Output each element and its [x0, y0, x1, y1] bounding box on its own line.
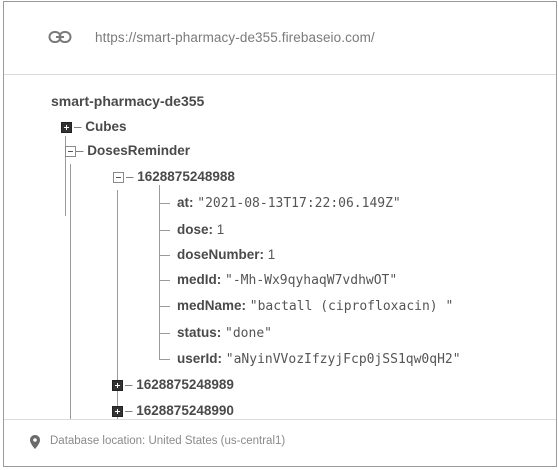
tree-branch [159, 333, 170, 334]
node-label: 1628875248989 [136, 377, 234, 392]
expand-icon[interactable] [112, 406, 123, 417]
collapse-icon[interactable] [65, 146, 76, 157]
node-label: 1628875248990 [136, 403, 234, 418]
field-status[interactable]: status: "done" [177, 322, 272, 344]
node-label: Cubes [85, 119, 127, 134]
database-viewer-panel: https://smart-pharmacy-de355.firebaseio.… [3, 1, 557, 467]
expand-icon[interactable] [112, 380, 123, 391]
tree-connector [70, 164, 71, 420]
node-label: DosesReminder [87, 143, 191, 158]
node-label: 1628875248988 [137, 169, 235, 184]
field-dose[interactable]: dose: 1 [177, 219, 224, 241]
field-med-name[interactable]: medName: "bactall (ciprofloxacin) " [177, 295, 453, 317]
tree-branch [159, 306, 170, 307]
collapse-icon[interactable] [113, 172, 124, 183]
tree-branch [159, 203, 170, 204]
tree-root[interactable]: smart-pharmacy-de355 [51, 90, 204, 112]
footer-bar: Database location: United States (us-cen… [4, 419, 556, 466]
location-pin-icon [30, 435, 40, 449]
field-med-id[interactable]: medId: "-Mh-Wx9qyhaqW7vdhwOT" [177, 269, 397, 291]
root-label: smart-pharmacy-de355 [51, 93, 205, 109]
tree-branch [159, 230, 170, 231]
field-user-id[interactable]: userId: "aNyinVVozIfzyjFcp0jSS1qw0qH2" [177, 348, 461, 370]
database-location-text: Database location: United States (us-cen… [50, 435, 286, 447]
url-bar: https://smart-pharmacy-de355.firebaseio.… [4, 2, 556, 75]
data-tree: smart-pharmacy-de355 – Cubes – DosesRemi… [4, 74, 556, 420]
link-icon[interactable] [48, 29, 72, 45]
expand-icon[interactable] [61, 122, 72, 133]
database-url[interactable]: https://smart-pharmacy-de355.firebaseio.… [95, 30, 375, 45]
tree-branch [159, 359, 170, 360]
field-dose-number[interactable]: doseNumber: 1 [177, 244, 275, 266]
tree-branch [159, 255, 170, 256]
field-at[interactable]: at: "2021-08-13T17:22:06.149Z" [177, 192, 401, 214]
tree-branch [159, 280, 170, 281]
